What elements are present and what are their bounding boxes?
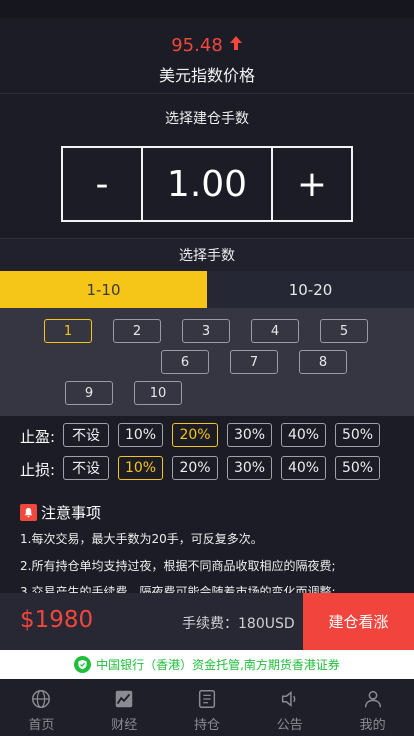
take-profit-option-40[interactable]: 40% <box>281 423 326 447</box>
notice-section: 注意事项 1.每次交易，最大手数为20手，可反复多次。 2.所有持仓单均支持过夜… <box>0 494 414 594</box>
lots-stepper: - 1.00 + <box>61 146 353 222</box>
lot-number-5[interactable]: 5 <box>320 319 368 343</box>
price-value-line: 95.48 <box>0 35 414 56</box>
stop-loss-option-40[interactable]: 40% <box>281 456 326 480</box>
notice-line-1: 1.每次交易，最大手数为20手，可反复多次。 <box>20 532 263 546</box>
lots-minus-button[interactable]: - <box>63 148 141 220</box>
tab-profile-label: 我的 <box>359 718 386 733</box>
lot-number-4[interactable]: 4 <box>251 319 299 343</box>
lot-number-3[interactable]: 3 <box>182 319 230 343</box>
price-name: 美元指数价格 <box>158 66 255 85</box>
tab-announcements-label: 公告 <box>276 718 303 733</box>
stop-loss-row: 止损: 不设 10% 20% 30% 40% 50% <box>0 453 414 485</box>
custody-banner: 中国银行（香港）资金托管,南方期货香港证券 <box>0 650 414 679</box>
take-profit-option-20[interactable]: 20% <box>172 423 218 447</box>
lot-number-grid: 1 2 3 4 5 6 7 8 9 10 <box>0 308 414 416</box>
lot-number-9[interactable]: 9 <box>65 381 113 405</box>
custody-text: 中国银行（香港）资金托管,南方期货香港证券 <box>96 658 340 672</box>
shield-check-icon <box>74 656 92 673</box>
lots-title: 选择建仓手数 <box>165 111 249 127</box>
price-value: 95.48 <box>171 35 223 56</box>
speaker-icon <box>281 691 296 707</box>
stop-loss-label: 止损: <box>20 461 56 479</box>
ledger-icon <box>198 690 216 708</box>
stop-loss-option-20[interactable]: 20% <box>172 456 218 480</box>
status-bar <box>0 0 414 18</box>
notice-title: 注意事项 <box>20 502 101 523</box>
open-long-button[interactable]: 建仓看涨 <box>303 593 414 650</box>
notice-line-2: 2.所有持仓单均支持过夜，根据不同商品收取相应的隔夜费; <box>20 559 336 573</box>
lot-number-2[interactable]: 2 <box>113 319 161 343</box>
take-profit-option-50[interactable]: 50% <box>335 423 380 447</box>
lots-plus-button[interactable]: + <box>273 148 351 220</box>
notice-title-text: 注意事项 <box>41 504 102 522</box>
take-profit-row: 止盈: 不设 10% 20% 30% 40% 50% <box>0 420 414 452</box>
chart-icon <box>115 690 133 708</box>
order-fee: 手续费：180USD <box>182 616 295 632</box>
tab-finance-label: 财经 <box>111 718 138 733</box>
up-arrow-icon <box>229 35 243 56</box>
take-profit-option-30[interactable]: 30% <box>227 423 272 447</box>
lot-number-7[interactable]: 7 <box>230 350 278 374</box>
tab-range-1-10[interactable]: 1-10 <box>0 271 207 308</box>
take-profit-label: 止盈: <box>20 428 56 446</box>
take-profit-option-none[interactable]: 不设 <box>63 423 109 447</box>
bottom-tabbar: 首页 财经 持仓 公告 我的 <box>0 679 414 736</box>
user-icon <box>364 690 381 708</box>
range-tabs: 1-10 10-20 <box>0 271 414 308</box>
bell-icon <box>20 504 37 521</box>
tab-positions-label: 持仓 <box>193 718 220 733</box>
price-header: 95.48 美元指数价格 <box>0 18 414 94</box>
order-amount: $1980 <box>20 607 94 633</box>
stop-loss-option-50[interactable]: 50% <box>335 456 380 480</box>
lots-value: 1.00 <box>141 148 273 220</box>
stop-loss-option-none[interactable]: 不设 <box>63 456 109 480</box>
tab-profile[interactable]: 我的 <box>331 679 414 736</box>
lot-number-1[interactable]: 1 <box>44 319 92 343</box>
tab-home-label: 首页 <box>28 718 55 733</box>
stop-loss-option-30[interactable]: 30% <box>227 456 272 480</box>
tab-home[interactable]: 首页 <box>0 679 83 736</box>
tab-finance[interactable]: 财经 <box>83 679 166 736</box>
tab-positions[interactable]: 持仓 <box>166 679 249 736</box>
choose-lots-title: 选择手数 <box>0 238 414 271</box>
lot-number-10[interactable]: 10 <box>134 381 182 405</box>
tab-range-10-20[interactable]: 10-20 <box>207 271 414 308</box>
lot-number-8[interactable]: 8 <box>299 350 347 374</box>
order-bar: $1980 手续费：180USD 建仓看涨 <box>0 593 414 650</box>
stop-loss-option-10[interactable]: 10% <box>118 456 163 480</box>
globe-icon <box>32 690 51 708</box>
take-profit-option-10[interactable]: 10% <box>118 423 163 447</box>
tab-announcements[interactable]: 公告 <box>248 679 331 736</box>
lot-number-6[interactable]: 6 <box>161 350 209 374</box>
